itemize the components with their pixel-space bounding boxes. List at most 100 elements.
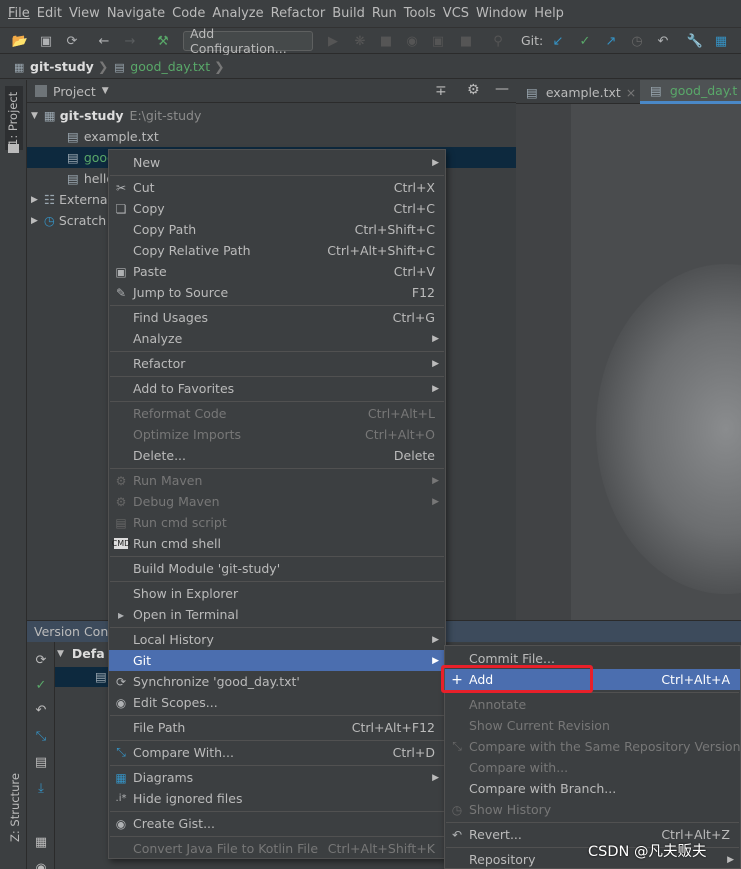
tree-item-example-txt[interactable]: ▤ example.txt [67,126,159,147]
search-icon[interactable]: ⚲ [490,33,506,49]
stop-icon[interactable]: ■ [458,33,474,49]
eye-icon[interactable]: ◉ [33,860,49,869]
menu-vcs[interactable]: VCS [443,6,469,21]
menu-item-copy-path[interactable]: Copy Path Ctrl+Shift+C [109,219,445,240]
attach-icon[interactable]: ▣ [430,33,446,49]
project-tool-tab[interactable]: 1: Project [6,92,20,146]
forward-arrow-icon[interactable]: → [122,33,138,49]
menu-item-paste[interactable]: ▣ Paste Ctrl+V [109,261,445,282]
menu-navigate[interactable]: Navigate [107,6,165,21]
menu-item-find-usages[interactable]: Find Usages Ctrl+G [109,307,445,328]
menu-tools[interactable]: Tools [404,6,436,21]
menu-item-new[interactable]: New ▶ [109,152,445,173]
menu-item-build-module[interactable]: Build Module 'git-study' [109,558,445,579]
save-icon[interactable]: ▣ [38,33,54,49]
gear-icon[interactable]: ⚙ [467,82,480,98]
breadcrumb-file[interactable]: ▤ good_day.txt ❯ [114,59,224,74]
menu-item-debug-maven[interactable]: ⚙ Debug Maven ▶ [109,491,445,512]
menu-item-convert-java-to-kotlin[interactable]: Convert Java File to Kotlin File Ctrl+Alt… [109,838,445,859]
menu-item-diagrams[interactable]: ▦ Diagrams ▶ [109,767,445,788]
tree-root-git-study[interactable]: ▼ ▦ git-study E:\git-study [31,105,201,126]
collapse-all-icon[interactable]: ∓ [435,83,447,99]
shelve-icon[interactable]: ⤓ [33,780,49,796]
project-view-selector[interactable]: Project [53,84,96,99]
menu-item-edit-scopes[interactable]: ◉ Edit Scopes... [109,692,445,713]
coverage-icon[interactable]: ■ [378,33,394,49]
menu-item-open-in-terminal[interactable]: ▸ Open in Terminal [109,604,445,625]
menu-item-run-cmd-shell[interactable]: CMD Run cmd shell [109,533,445,554]
menu-refactor[interactable]: Refactor [271,6,326,21]
structure-tool-tab[interactable]: Z: Structure [8,773,22,842]
expand-arrow-icon[interactable]: ▶ [31,195,38,205]
commit-check-icon[interactable]: ✓ [33,677,49,693]
project-structure-icon[interactable]: ▦ [713,33,729,49]
changelist-icon[interactable]: ▤ [33,754,49,770]
git-menu-item-compare-with[interactable]: Compare with... [445,757,740,778]
commit-check-icon[interactable]: ✓ [577,33,593,49]
rollback-icon[interactable]: ↶ [655,33,671,49]
settings-wrench-icon[interactable]: 🔧 [687,33,703,49]
menu-edit[interactable]: Edit [37,6,62,21]
tab-example-txt[interactable]: ▤ example.txt × [516,80,640,104]
menu-run[interactable]: Run [372,6,397,21]
group-by-icon[interactable]: ▦ [33,834,49,850]
menu-item-add-to-favorites[interactable]: Add to Favorites ▶ [109,378,445,399]
breadcrumb-project[interactable]: ▦ git-study ❯ [14,59,108,74]
editor-area[interactable] [516,104,741,620]
back-arrow-icon[interactable]: ← [96,33,112,49]
menu-item-run-cmd-script[interactable]: ▤ Run cmd script [109,512,445,533]
menu-item-hide-ignored-files[interactable]: .i* Hide ignored files [109,788,445,809]
menu-item-compare-with[interactable]: ⤡ Compare With... Ctrl+D [109,742,445,763]
tab-good-day-txt[interactable]: ▤ good_day.t [640,80,741,104]
menu-item-create-gist[interactable]: ◉ Create Gist... [109,813,445,834]
menu-analyze[interactable]: Analyze [212,6,263,21]
menu-view[interactable]: View [69,6,100,21]
add-configuration-button[interactable]: Add Configuration... [183,26,313,56]
close-icon[interactable]: × [626,85,636,100]
menu-item-file-path[interactable]: File Path Ctrl+Alt+F12 [109,717,445,738]
git-menu-item-add[interactable]: + Add Ctrl+Alt+A [445,669,740,690]
menu-code[interactable]: Code [172,6,205,21]
build-hammer-icon[interactable]: ⚒ [155,33,171,49]
menu-item-reformat-code[interactable]: Reformat Code Ctrl+Alt+L [109,403,445,424]
menu-item-show-in-explorer[interactable]: Show in Explorer [109,583,445,604]
vc-default-changelist[interactable]: ▼ Defa [57,646,105,661]
git-menu-item-show-history[interactable]: ◷ Show History [445,799,740,820]
expand-arrow-icon[interactable]: ▼ [57,649,64,659]
expand-arrow-icon[interactable]: ▶ [31,216,38,226]
git-menu-item-compare-with-branch[interactable]: Compare with Branch... [445,778,740,799]
update-project-icon[interactable]: ↙ [550,33,566,49]
expand-arrow-icon[interactable]: ▼ [31,111,38,121]
git-menu-item-show-current-revision[interactable]: Show Current Revision [445,715,740,736]
menu-item-synchronize[interactable]: ⟳ Synchronize 'good_day.txt' [109,671,445,692]
menu-item-copy-relative-path[interactable]: Copy Relative Path Ctrl+Alt+Shift+C [109,240,445,261]
debug-icon[interactable]: ❋ [352,33,368,49]
profile-icon[interactable]: ◉ [404,33,420,49]
tree-item-scratches[interactable]: ▶ ◷ Scratch [31,210,106,231]
menu-item-run-maven[interactable]: ⚙ Run Maven ▶ [109,470,445,491]
menu-item-local-history[interactable]: Local History ▶ [109,629,445,650]
menu-item-analyze[interactable]: Analyze ▶ [109,328,445,349]
menu-item-git[interactable]: Git ▶ [109,650,445,671]
git-menu-item-commit-file[interactable]: Commit File... [445,648,740,669]
git-menu-item-compare-same-repo-version[interactable]: ⤡ Compare with the Same Repository Versio… [445,736,740,757]
menu-item-refactor[interactable]: Refactor ▶ [109,353,445,374]
menu-help[interactable]: Help [534,6,564,21]
menu-window[interactable]: Window [476,6,527,21]
menu-build[interactable]: Build [332,6,365,21]
run-icon[interactable]: ▶ [325,33,341,49]
tree-item-external-libraries[interactable]: ▶ ☷ Externa [31,189,108,210]
diff-icon[interactable]: ⤡ [33,728,49,744]
push-icon[interactable]: ↗ [603,33,619,49]
refresh-icon[interactable]: ⟳ [33,652,49,668]
sync-icon[interactable]: ⟳ [64,33,80,49]
minimize-icon[interactable]: — [495,81,509,97]
rollback-icon[interactable]: ↶ [33,702,49,718]
menu-item-delete[interactable]: Delete... Delete [109,445,445,466]
open-folder-icon[interactable]: 📂 [12,33,28,49]
tree-item-hello[interactable]: ▤ hello [67,168,114,189]
history-icon[interactable]: ◷ [629,33,645,49]
chevron-down-icon[interactable]: ▼ [102,86,109,96]
menu-item-copy[interactable]: ❏ Copy Ctrl+C [109,198,445,219]
menu-file[interactable]: File [8,6,30,21]
